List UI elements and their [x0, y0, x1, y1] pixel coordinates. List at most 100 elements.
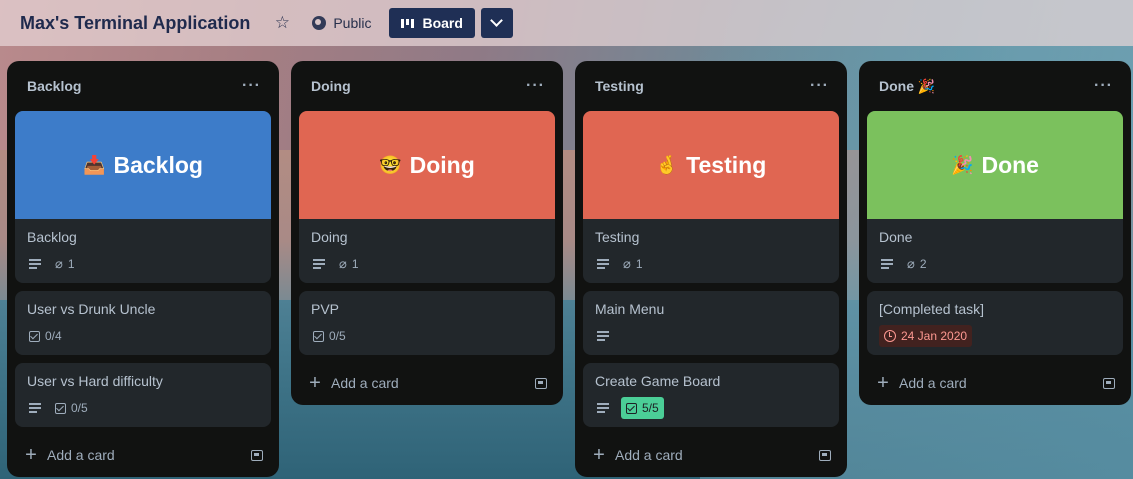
- checklist-complete-badge: 5/5: [621, 397, 664, 419]
- list-title[interactable]: Done 🎉: [879, 78, 935, 95]
- card-title: PVP: [311, 301, 340, 317]
- list-header[interactable]: Backlog ···: [15, 61, 271, 111]
- paperclip-icon: ⌀: [623, 256, 631, 271]
- list-doing: Doing ··· 🤓 Doing Doing ⌀ 1 PVP 0/5 + Add…: [291, 61, 563, 405]
- cover-text: Testing: [686, 151, 767, 178]
- description-badge: [27, 397, 43, 419]
- plus-icon: +: [25, 444, 37, 466]
- card[interactable]: 🎉 Done Done ⌀ 2: [867, 111, 1123, 283]
- chevron-down-icon: [490, 14, 504, 27]
- card-title: Testing: [595, 229, 640, 245]
- list-done: Done 🎉 ··· 🎉 Done Done ⌀ 2 [Completed tas…: [859, 61, 1131, 405]
- view-switcher-button[interactable]: [480, 8, 513, 38]
- create-from-template-icon[interactable]: [819, 449, 831, 461]
- card[interactable]: User vs Hard difficulty 0/5: [15, 363, 271, 427]
- checklist-icon: [313, 330, 324, 342]
- card[interactable]: User vs Drunk Uncle 0/4: [15, 291, 271, 355]
- create-from-template-icon[interactable]: [535, 377, 547, 389]
- paperclip-icon: ⌀: [55, 256, 63, 271]
- checklist-count: 5/5: [642, 401, 659, 415]
- board-title[interactable]: Max's Terminal Application: [20, 13, 250, 34]
- description-icon: [597, 403, 609, 413]
- attachment-count: 2: [919, 257, 927, 271]
- card-cover: 🤞 Testing: [583, 111, 839, 219]
- list-menu-icon[interactable]: ···: [520, 77, 551, 95]
- card-title: Doing: [311, 229, 348, 245]
- list-title[interactable]: Backlog: [27, 78, 81, 94]
- attachment-badge: ⌀ 2: [905, 253, 929, 275]
- clock-icon: [884, 330, 896, 342]
- add-card-button[interactable]: + Add a card: [23, 444, 115, 466]
- card[interactable]: 🤞 Testing Testing ⌀ 1: [583, 111, 839, 283]
- card-title: Create Game Board: [595, 373, 721, 389]
- create-from-template-icon[interactable]: [1103, 377, 1115, 389]
- description-icon: [597, 331, 609, 341]
- list-title[interactable]: Testing: [595, 78, 644, 94]
- list-menu-icon[interactable]: ···: [236, 77, 267, 95]
- inbox-emoji-icon: 📥: [83, 154, 106, 175]
- list-menu-icon[interactable]: ···: [1088, 77, 1119, 95]
- add-card-row: + Add a card: [299, 361, 555, 405]
- description-badge: [595, 253, 611, 275]
- due-date-text: 24 Jan 2020: [901, 329, 968, 343]
- card-title: User vs Hard difficulty: [27, 373, 163, 389]
- add-card-button[interactable]: + Add a card: [591, 444, 683, 466]
- paperclip-icon: ⌀: [339, 256, 347, 271]
- list-menu-icon[interactable]: ···: [804, 77, 835, 95]
- list-testing: Testing ··· 🤞 Testing Testing ⌀ 1 Main Me…: [575, 61, 847, 477]
- visibility-button[interactable]: Public: [308, 8, 375, 38]
- card-cover: 🤓 Doing: [299, 111, 555, 219]
- checklist-count: 0/5: [71, 401, 88, 415]
- card-title: Main Menu: [595, 301, 665, 317]
- card[interactable]: [Completed task] 24 Jan 2020: [867, 291, 1123, 355]
- list-header[interactable]: Doing ···: [299, 61, 555, 111]
- card[interactable]: 📥 Backlog Backlog ⌀ 1: [15, 111, 271, 283]
- checklist-count: 0/5: [329, 329, 346, 343]
- description-icon: [29, 403, 41, 413]
- board-view-icon: [401, 18, 415, 28]
- due-date-badge[interactable]: 24 Jan 2020: [879, 325, 973, 347]
- checklist-icon: [626, 402, 637, 414]
- attachment-badge: ⌀ 1: [621, 253, 645, 275]
- add-card-row: + Add a card: [15, 433, 271, 477]
- description-badge: [879, 253, 895, 275]
- card[interactable]: Create Game Board 5/5: [583, 363, 839, 427]
- checklist-icon: [29, 330, 40, 342]
- attachment-count: 1: [351, 257, 359, 271]
- checklist-badge: 0/4: [27, 325, 64, 347]
- add-card-label: Add a card: [899, 375, 967, 391]
- party-popper-emoji-icon: 🎉: [951, 154, 974, 175]
- checklist-count: 0/4: [45, 329, 62, 343]
- board-view-label: Board: [422, 15, 463, 31]
- star-icon[interactable]: ☆: [270, 11, 294, 35]
- list-header[interactable]: Done 🎉 ···: [867, 61, 1123, 111]
- attachment-badge: ⌀ 1: [53, 253, 77, 275]
- attachment-badge: ⌀ 1: [337, 253, 361, 275]
- list-title[interactable]: Doing: [311, 78, 351, 94]
- description-badge: [595, 397, 611, 419]
- add-card-row: + Add a card: [583, 433, 839, 477]
- description-badge: [27, 253, 43, 275]
- checklist-badge: 0/5: [53, 397, 90, 419]
- card[interactable]: Main Menu: [583, 291, 839, 355]
- card-title: User vs Drunk Uncle: [27, 301, 156, 317]
- card[interactable]: 🤓 Doing Doing ⌀ 1: [299, 111, 555, 283]
- description-badge: [595, 325, 611, 347]
- add-card-label: Add a card: [47, 447, 115, 463]
- card-title: Done: [879, 229, 913, 245]
- description-icon: [881, 259, 893, 269]
- create-from-template-icon[interactable]: [251, 449, 263, 461]
- checklist-badge: 0/5: [311, 325, 348, 347]
- plus-icon: +: [593, 444, 605, 466]
- add-card-button[interactable]: + Add a card: [875, 372, 967, 394]
- paperclip-icon: ⌀: [907, 256, 915, 271]
- visibility-label: Public: [333, 15, 372, 31]
- add-card-row: + Add a card: [867, 361, 1123, 405]
- card[interactable]: PVP 0/5: [299, 291, 555, 355]
- board-view-button[interactable]: Board: [389, 8, 475, 38]
- checklist-icon: [55, 402, 66, 414]
- plus-icon: +: [309, 372, 321, 394]
- list-header[interactable]: Testing ···: [583, 61, 839, 111]
- add-card-button[interactable]: + Add a card: [307, 372, 399, 394]
- plus-icon: +: [877, 372, 889, 394]
